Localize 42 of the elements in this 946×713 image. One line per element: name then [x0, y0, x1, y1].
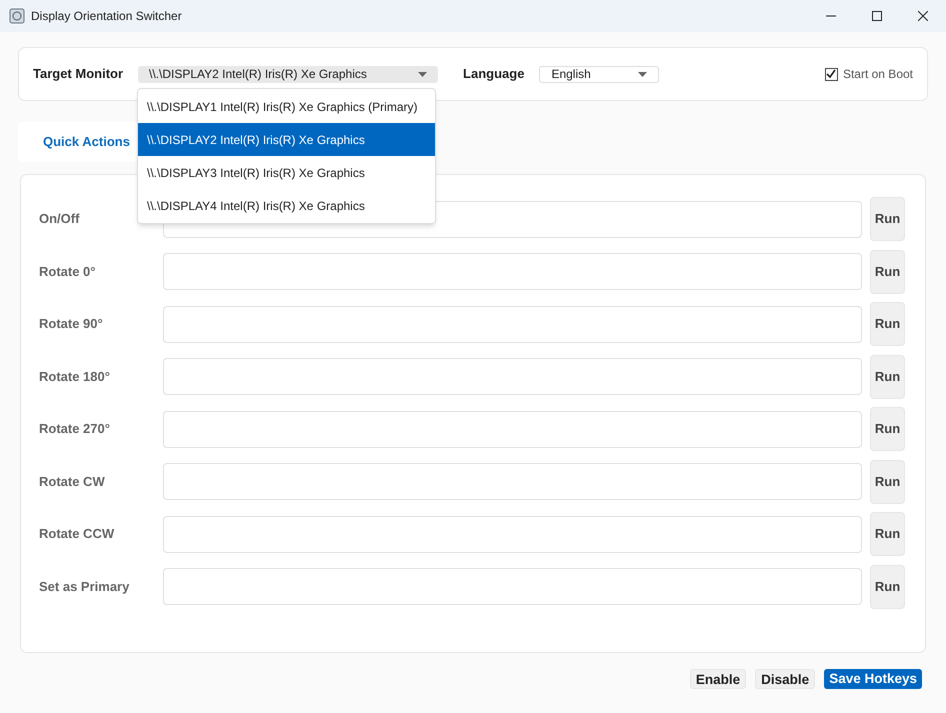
run-button[interactable]: Run [870, 302, 905, 346]
caret-icon [418, 72, 428, 76]
save-button[interactable]: Save Hotkeys [824, 669, 922, 689]
dropdown-option[interactable]: \\.\DISPLAY1 Intel(R) Iris(R) Xe Graphics (Primary) [138, 90, 435, 123]
action-label: Rotate 0° [39, 262, 96, 281]
hotkey-field[interactable] [163, 306, 862, 342]
run-button[interactable]: Run [870, 197, 905, 241]
action-label: Rotate CCW [39, 525, 116, 544]
action-label: Rotate 180° [39, 368, 111, 386]
footer-button[interactable]: Enable [690, 669, 746, 689]
action-label: On/Off [39, 210, 80, 228]
caret-icon [638, 72, 648, 76]
hotkey-field[interactable] [163, 358, 862, 395]
hotkey-field[interactable] [163, 463, 862, 500]
action-label: Rotate 270° [39, 420, 111, 438]
run-button[interactable]: Run [870, 460, 905, 504]
language-dropdown[interactable]: English [539, 66, 660, 82]
hotkey-field[interactable] [163, 253, 862, 290]
language-label: Language [463, 65, 524, 84]
maximize-icon [872, 11, 882, 21]
dropdown-option[interactable]: \\.\DISPLAY2 Intel(R) Iris(R) Xe Graphics [138, 123, 435, 156]
action-label: Set as Primary [39, 578, 130, 596]
hotkey-field[interactable] [163, 568, 862, 605]
window-title: Display Orientation Switcher [31, 8, 182, 25]
app-icon [9, 8, 25, 24]
run-button[interactable]: Run [870, 407, 905, 451]
action-label: Rotate CW [39, 472, 106, 491]
run-button[interactable]: Run [870, 250, 905, 294]
boot-label: Start on Boot [842, 66, 913, 83]
check-icon [826, 69, 836, 79]
hotkey-field[interactable] [163, 410, 862, 448]
dropdown-option[interactable]: \\.\DISPLAY4 Intel(R) Iris(R) Xe Graphics [138, 189, 435, 222]
hotkey-field[interactable] [163, 516, 862, 552]
close-icon [918, 11, 928, 21]
action-label: Rotate 90° [39, 315, 104, 334]
run-button[interactable]: Run [870, 564, 905, 608]
monitor-dropdown[interactable]: \\.\DISPLAY2 Intel(R) Iris(R) Xe Graphics [138, 66, 438, 82]
monitor-label: Target Monitor [33, 65, 124, 84]
footer-button[interactable]: Disable [755, 669, 816, 689]
run-button[interactable]: Run [870, 354, 905, 398]
boot-checkbox[interactable] [824, 68, 838, 80]
run-button[interactable]: Run [870, 512, 905, 556]
